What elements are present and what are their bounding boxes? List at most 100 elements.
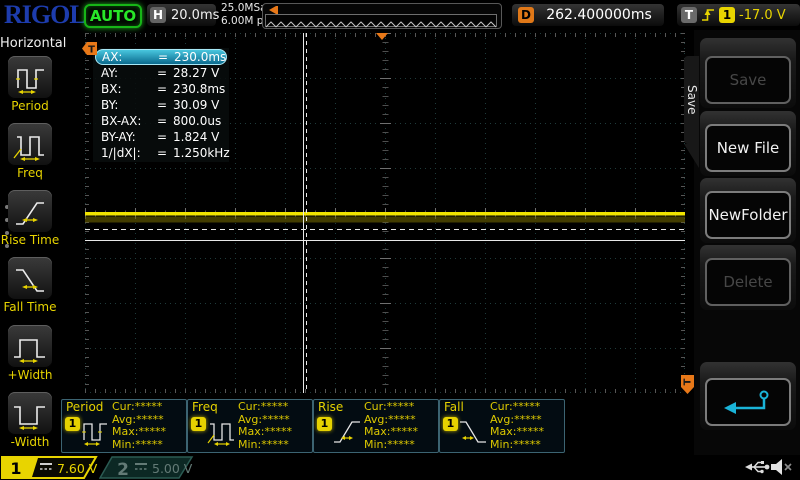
cursor-value: 800.0us bbox=[173, 114, 221, 128]
delete-button[interactable]: Delete bbox=[700, 245, 796, 310]
sidebar-item-label: Fall Time bbox=[0, 301, 60, 314]
trigger-level-marker[interactable]: T bbox=[680, 374, 695, 395]
trigger-position-marker[interactable]: T bbox=[81, 41, 98, 56]
sidebar-item-period[interactable]: Period bbox=[0, 56, 60, 113]
stat-min: Min:***** bbox=[490, 439, 544, 452]
cursor-row-bx-ax[interactable]: BX-AX: = 800.0us bbox=[93, 113, 229, 129]
equals-sign: = bbox=[157, 130, 173, 144]
cursor-label: AX: bbox=[102, 50, 158, 64]
measurement-stats: Cur:***** Avg:***** Max:***** Min:***** bbox=[238, 401, 292, 451]
overview-waveform bbox=[265, 14, 497, 27]
sidebar-item-freq[interactable]: Freq bbox=[0, 123, 60, 180]
cursor-row-ay[interactable]: AY: = 28.27 V bbox=[93, 65, 229, 81]
return-arrow-icon bbox=[720, 388, 776, 416]
measurement-box-freq: Freq 1 Cur:***** Avg:***** Max:***** Min… bbox=[187, 399, 313, 453]
cursor-label: BX-AX: bbox=[101, 114, 157, 128]
new-file-button-label: New File bbox=[705, 124, 791, 172]
equals-sign: = bbox=[157, 114, 173, 128]
horizontal-timebase-box[interactable]: H 20.0ms bbox=[147, 4, 216, 26]
waveform-overview-strip[interactable] bbox=[262, 3, 502, 29]
period-icon bbox=[8, 56, 52, 99]
stat-max: Max:***** bbox=[112, 426, 166, 439]
measurement-box-rise: Rise 1 Cur:***** Avg:***** Max:***** Min… bbox=[313, 399, 439, 453]
channel1-scale: 7.60 V bbox=[57, 461, 98, 476]
cursor-row-inv-dx[interactable]: 1/|dX|: = 1.250kHz bbox=[93, 145, 229, 161]
equals-sign: = bbox=[157, 146, 173, 160]
trigger-source-badge: 1 bbox=[719, 7, 735, 23]
sidebar-item-label: Rise Time bbox=[0, 234, 60, 247]
channel1-badge[interactable]: 1 7.60 V bbox=[1, 456, 99, 479]
run-status-badge: AUTO bbox=[84, 4, 142, 28]
cursor-row-ax[interactable]: AX: = 230.0ms bbox=[95, 49, 227, 65]
stat-cur: Cur:***** bbox=[364, 401, 418, 414]
sidebar-item-neg-width[interactable]: -Width bbox=[0, 392, 60, 449]
h-key-icon: H bbox=[150, 7, 166, 23]
timebase-value: 20.0ms bbox=[171, 8, 219, 23]
delay-offset-box[interactable]: D 262.400000ms bbox=[512, 4, 664, 26]
trigger-level-value: -17.0 V bbox=[739, 8, 786, 23]
channel-badge: 1 bbox=[317, 417, 332, 431]
new-folder-button-label: NewFolder bbox=[705, 191, 791, 239]
channel-badge: 1 bbox=[443, 417, 458, 431]
sidebar-item-label: Period bbox=[0, 100, 60, 113]
channel2-badge[interactable]: 2 5.00 V bbox=[99, 456, 194, 479]
sidebar-title: Horizontal bbox=[0, 36, 60, 51]
cursor-value: 1.824 V bbox=[173, 130, 219, 144]
fall-small-icon bbox=[458, 416, 488, 448]
new-folder-button[interactable]: NewFolder bbox=[700, 178, 796, 243]
cursor-label: BX: bbox=[101, 82, 157, 96]
brand-logo: RIGOL bbox=[4, 0, 86, 30]
equals-sign: = bbox=[158, 50, 174, 64]
measurement-name: Freq bbox=[192, 400, 218, 414]
minus-width-icon bbox=[8, 392, 52, 435]
cursor-row-by-ay[interactable]: BY-AY: = 1.824 V bbox=[93, 129, 229, 145]
new-file-button[interactable]: New File bbox=[700, 111, 796, 176]
channel-badge: 1 bbox=[65, 417, 80, 431]
measurement-box-fall: Fall 1 Cur:***** Avg:***** Max:***** Min… bbox=[439, 399, 565, 453]
delay-key-icon: D bbox=[518, 7, 534, 23]
channel1-number: 1 bbox=[10, 459, 21, 478]
sidebar-item-label: -Width bbox=[0, 436, 60, 449]
speaker-muted-icon bbox=[770, 458, 793, 476]
rising-edge-icon bbox=[701, 7, 715, 23]
trigger-key-icon: T bbox=[681, 7, 697, 23]
sidebar-item-label: +Width bbox=[0, 369, 60, 382]
measurement-name: Period bbox=[66, 400, 103, 414]
freq-small-icon bbox=[206, 416, 236, 448]
sidebar-item-rise-time[interactable]: Rise Time bbox=[0, 190, 60, 247]
delete-button-label: Delete bbox=[705, 258, 791, 306]
save-button[interactable]: Save bbox=[700, 38, 796, 108]
measurement-stats: Cur:***** Avg:***** Max:***** Min:***** bbox=[112, 401, 166, 451]
trigger-position-marker-label: T bbox=[88, 45, 95, 56]
channel-status-bar: 1 7.60 V 2 5.00 V bbox=[0, 455, 800, 480]
cursor-row-bx[interactable]: BX: = 230.8ms bbox=[93, 81, 229, 97]
channel1-trace-noise bbox=[85, 217, 685, 223]
stat-max: Max:***** bbox=[490, 426, 544, 439]
cursor-label: BY: bbox=[101, 98, 157, 112]
cursor-label: AY: bbox=[101, 66, 157, 80]
back-button[interactable] bbox=[700, 362, 796, 430]
save-menu: Save Save New File NewFolder Delete bbox=[684, 30, 800, 455]
cursor-label: 1/|dX|: bbox=[101, 146, 157, 160]
sidebar-item-pos-width[interactable]: +Width bbox=[0, 325, 60, 382]
measurement-stats: Cur:***** Avg:***** Max:***** Min:***** bbox=[364, 401, 418, 451]
oscilloscope-screen: RIGOL AUTO H 20.0ms 25.0MSa/s 6.00M pts bbox=[0, 0, 800, 480]
trigger-status-box[interactable]: T 1 -17.0 V bbox=[677, 4, 800, 26]
measurement-box-period: Period 1 Cur:***** Avg:***** Max:***** M… bbox=[61, 399, 187, 453]
measurement-name: Fall bbox=[444, 400, 464, 414]
fall-time-icon bbox=[8, 257, 52, 300]
delay-value: 262.400000ms bbox=[534, 7, 664, 23]
equals-sign: = bbox=[157, 66, 173, 80]
measurement-name: Rise bbox=[318, 400, 343, 414]
rise-small-icon bbox=[332, 416, 362, 448]
stat-cur: Cur:***** bbox=[112, 401, 166, 414]
channel1-trace bbox=[85, 212, 685, 216]
equals-sign: = bbox=[157, 82, 173, 96]
cursor-value: 28.27 V bbox=[173, 66, 219, 80]
period-small-icon bbox=[80, 416, 110, 448]
cursor-label: BY-AY: bbox=[101, 130, 157, 144]
cursor-readout-panel: AX: = 230.0ms AY: = 28.27 V BX: = 230.8m… bbox=[93, 48, 229, 162]
cursor-value: 230.8ms bbox=[173, 82, 225, 96]
cursor-row-by[interactable]: BY: = 30.09 V bbox=[93, 97, 229, 113]
sidebar-item-fall-time[interactable]: Fall Time bbox=[0, 257, 60, 314]
